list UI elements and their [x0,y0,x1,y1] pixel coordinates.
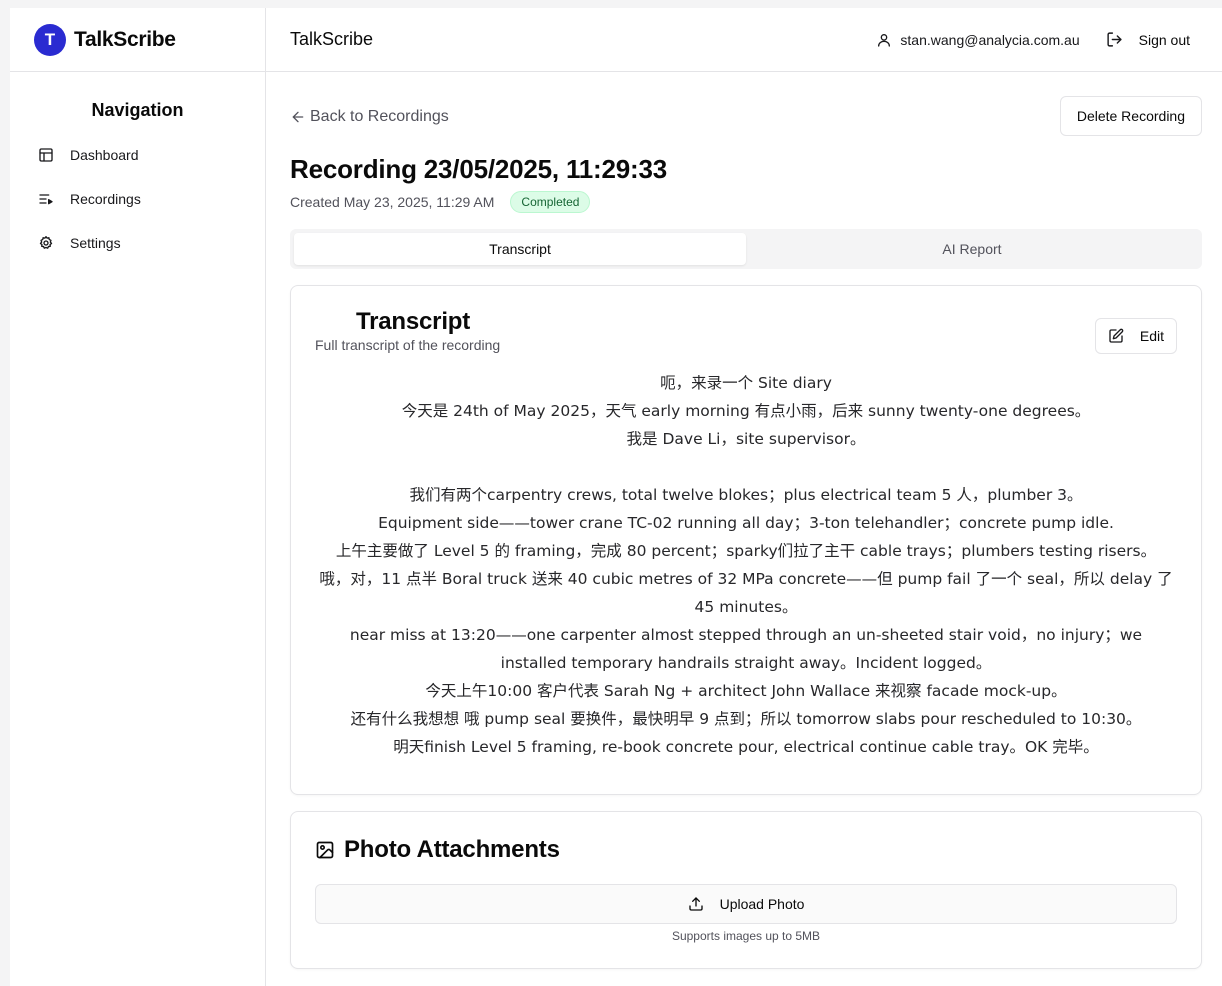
main-content: Back to Recordings Delete Recording Reco… [290,72,1202,969]
transcript-line [315,453,1177,481]
created-date: Created May 23, 2025, 11:29 AM [290,194,495,210]
user-account[interactable]: stan.wang@analycia.com.au [876,31,1080,48]
header-title: TalkScribe [290,29,374,49]
back-to-recordings-link[interactable]: Back to Recordings [290,108,449,126]
transcript-title: Transcript [356,308,471,335]
edit-transcript-button[interactable]: Edit [1094,318,1177,354]
transcript-card-header: Transcript Full transcript of the record… [291,286,1201,354]
list-play-icon [39,194,53,205]
arrow-left-icon [292,111,304,123]
nav-list: Dashboard Recordings Settings [10,133,265,265]
transcript-line: Equipment side——tower crane TC-02 runnin… [378,514,1114,532]
tab-transcript[interactable]: Transcript [294,233,746,265]
photo-attachments-header: Photo Attachments [315,836,1177,864]
sidebar-item-settings[interactable]: Settings [10,221,265,265]
transcript-line: 今天上午10:00 客户代表 Sarah Ng + architect John… [425,682,1067,700]
top-header: TalkScribe stan.wang@analycia.com.au Sig… [266,8,1222,72]
transcript-line: 还有什么我想想 哦 pump seal 要换件，最快明早 9 点到；所以 tom… [350,710,1142,728]
tab-list: Transcript AI Report [290,229,1202,269]
upload-label: Upload Photo [719,896,805,912]
layout-dashboard-icon [39,148,53,162]
transcript-subtitle: Full transcript of the recording [315,337,501,353]
upload-icon [688,897,703,911]
sidebar-item-dashboard[interactable]: Dashboard [10,133,265,177]
back-label: Back to Recordings [310,108,449,125]
upload-hint: Supports images up to 5MB [671,929,821,943]
edit-label: Edit [1139,328,1164,344]
edit-icon [1109,328,1124,343]
brand[interactable]: T TalkScribe [10,8,265,72]
sidebar-item-recordings[interactable]: Recordings [10,177,265,221]
status-badge: Completed [510,191,591,213]
tab-ai-report[interactable]: AI Report [746,233,1198,265]
sidebar: T TalkScribe Navigation Dashboard Record… [10,8,266,986]
upload-photo-button[interactable]: Upload Photo [315,884,1177,924]
recording-meta: Created May 23, 2025, 11:29 AM Completed [290,191,1202,213]
header-actions: stan.wang@analycia.com.au Sign out [876,31,1190,48]
user-icon [878,33,891,47]
transcript-text: 呃，来录一个 Site diary 今天是 24th of May 2025，天… [291,353,1201,761]
page-title: Recording 23/05/2025, 11:29:33 [290,154,668,184]
sidebar-item-label: Dashboard [70,147,139,163]
photo-attachments-card: Photo Attachments Upload Photo Supports … [290,811,1202,969]
sidebar-item-label: Settings [70,235,121,251]
transcript-line: 呃，来录一个 Site diary [660,374,832,392]
transcript-line: 明天finish Level 5 framing, re-book concre… [393,738,1099,756]
window-top-strip [0,0,1222,8]
delete-recording-button[interactable]: Delete Recording [1059,96,1202,136]
page-toolbar: Back to Recordings Delete Recording [290,72,1202,144]
transcript-card: Transcript Full transcript of the record… [290,285,1202,795]
transcript-line: 上午主要做了 Level 5 的 framing，完成 80 percent；s… [335,542,1157,560]
log-out-icon [1107,32,1122,47]
gear-icon [39,236,53,249]
sign-out-button[interactable]: Sign out [1106,31,1190,48]
image-icon [316,841,334,859]
user-email: stan.wang@analycia.com.au [900,31,1080,48]
transcript-line: 我是 Dave Li，site supervisor。 [626,430,866,448]
transcript-line: 今天是 24th of May 2025，天气 early morning 有点… [401,402,1091,420]
sign-out-label: Sign out [1138,31,1190,48]
sidebar-item-label: Recordings [70,191,141,207]
window-left-strip [0,0,10,986]
transcript-line: 哦，对，11 点半 Boral truck 送来 40 cubic metres… [319,570,1173,616]
brand-logo: T [34,23,66,56]
transcript-line: near miss at 13:20——one carpenter almost… [349,626,1143,672]
transcript-line: 我们有两个carpentry crews, total twelve bloke… [409,486,1083,504]
photo-attachments-title: Photo Attachments [344,836,560,863]
nav-heading: Navigation [91,100,184,120]
brand-name: TalkScribe [74,27,176,51]
